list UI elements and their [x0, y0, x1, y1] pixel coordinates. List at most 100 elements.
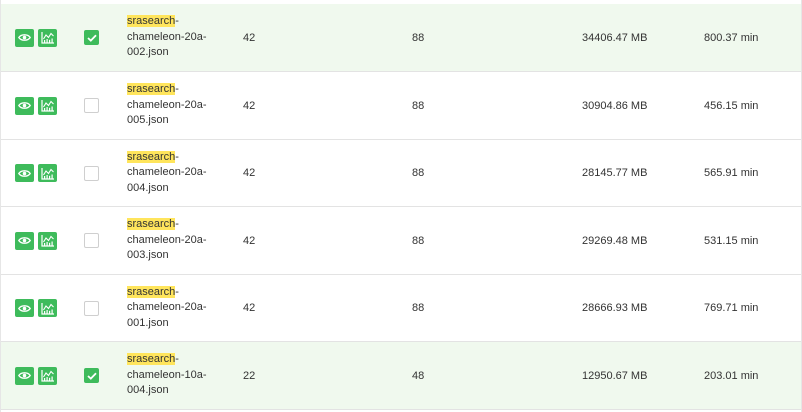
eye-icon	[18, 237, 31, 244]
size-cell: 12950.67 MB	[582, 342, 647, 409]
file-name-part: chameleon-20a-	[127, 30, 207, 43]
time-cell: 565.91 min	[704, 140, 758, 206]
file-name[interactable]: srasearch- chameleon-20a- 003.json	[127, 217, 217, 264]
eye-icon	[18, 102, 31, 109]
eye-icon	[18, 169, 31, 177]
row-checkbox[interactable]	[84, 300, 99, 316]
eye-icon	[18, 304, 31, 312]
time-value: 531.15 min	[704, 234, 759, 247]
count-cell-2: 48	[412, 342, 424, 409]
file-name-part: -	[175, 15, 179, 28]
table-row[interactable]: srasearch- chameleon-20a- 001.json 42 88…	[1, 275, 801, 342]
row-select-cell	[84, 342, 99, 409]
row-checkbox[interactable]	[84, 233, 99, 248]
size-value: 28666.93 MB	[582, 302, 648, 314]
count-cell-1: 42	[243, 72, 255, 139]
table-row[interactable]: srasearch- chameleon-20a- 004.json 42 88…	[1, 140, 801, 207]
search-highlight: srasearch	[127, 15, 176, 28]
search-highlight: srasearch	[127, 150, 176, 163]
chart-icon	[40, 370, 54, 382]
size-value: 28145.77 MB	[582, 167, 648, 179]
count-value-1: 22	[243, 369, 256, 382]
view-button[interactable]	[15, 299, 34, 317]
size-cell: 28666.93 MB	[582, 275, 647, 341]
file-name-part: chameleon-20a-	[127, 301, 207, 314]
count-value-2: 88	[412, 234, 425, 247]
table-row[interactable]: srasearch- chameleon-20a- 002.json 42 88…	[1, 4, 801, 72]
size-cell: 30904.86 MB	[582, 72, 647, 139]
chart-button[interactable]	[38, 299, 57, 317]
results-table: srasearch- chameleon-20a- 002.json 42 88…	[0, 0, 802, 412]
chart-button[interactable]	[38, 28, 57, 47]
row-actions	[15, 275, 57, 341]
time-cell: 769.71 min	[704, 275, 758, 341]
count-cell-2: 88	[412, 72, 424, 139]
size-value: 29269.48 MB	[582, 234, 648, 247]
time-cell: 800.37 min	[704, 4, 758, 71]
time-value: 769.71 min	[704, 302, 759, 314]
eye-icon	[18, 34, 31, 41]
file-name[interactable]: srasearch- chameleon-10a- 004.json	[127, 352, 217, 399]
checkmark-icon	[86, 372, 97, 380]
file-name-part: -	[175, 285, 179, 298]
file-name[interactable]: srasearch- chameleon-20a- 004.json	[127, 150, 217, 197]
row-checkbox[interactable]	[84, 30, 99, 45]
row-checkbox[interactable]	[84, 165, 99, 181]
size-value: 12950.67 MB	[582, 369, 648, 382]
chart-icon	[40, 235, 54, 247]
file-name-cell: srasearch- chameleon-20a- 005.json	[127, 72, 217, 139]
size-cell: 28145.77 MB	[582, 140, 647, 206]
size-cell: 34406.47 MB	[582, 4, 647, 71]
file-name-cell: srasearch- chameleon-20a- 001.json	[127, 275, 217, 341]
count-value-1: 42	[243, 31, 256, 44]
size-value: 34406.47 MB	[582, 31, 648, 44]
checkmark-icon	[86, 34, 97, 42]
view-button[interactable]	[15, 28, 34, 47]
row-checkbox[interactable]	[84, 98, 99, 113]
count-value-2: 88	[412, 31, 425, 44]
count-value-1: 42	[243, 234, 256, 247]
chart-icon	[40, 100, 54, 112]
count-value-2: 88	[412, 99, 425, 112]
count-cell-1: 42	[243, 207, 255, 274]
chart-button[interactable]	[38, 231, 57, 250]
chart-button[interactable]	[38, 96, 57, 115]
row-select-cell	[84, 140, 99, 206]
file-name[interactable]: srasearch- chameleon-20a- 002.json	[127, 14, 217, 61]
file-name-part: 004.json	[127, 384, 169, 397]
count-cell-2: 88	[412, 140, 424, 206]
file-name[interactable]: srasearch- chameleon-20a- 005.json	[127, 82, 217, 129]
file-name[interactable]: srasearch- chameleon-20a- 001.json	[127, 285, 217, 332]
file-name-part: chameleon-20a-	[127, 98, 207, 111]
row-actions	[15, 72, 57, 139]
table-row[interactable]: srasearch- chameleon-20a- 003.json 42 88…	[1, 207, 801, 275]
chart-icon	[40, 302, 54, 315]
view-button[interactable]	[15, 366, 34, 385]
count-value-1: 42	[243, 167, 256, 179]
row-select-cell	[84, 207, 99, 274]
chart-button[interactable]	[38, 164, 57, 182]
size-cell: 29269.48 MB	[582, 207, 647, 274]
file-name-part: 004.json	[127, 181, 169, 194]
count-value-2: 88	[412, 167, 425, 179]
view-button[interactable]	[15, 164, 34, 182]
table-row[interactable]: srasearch- chameleon-20a- 005.json 42 88…	[1, 72, 801, 140]
row-checkbox[interactable]	[84, 368, 99, 383]
time-value: 203.01 min	[704, 369, 759, 382]
search-highlight: srasearch	[127, 83, 176, 96]
view-button[interactable]	[15, 231, 34, 250]
time-cell: 203.01 min	[704, 342, 758, 409]
size-value: 30904.86 MB	[582, 99, 648, 112]
file-name-part: chameleon-10a-	[127, 368, 207, 381]
row-select-cell	[84, 4, 99, 71]
file-name-part: -	[175, 353, 179, 366]
view-button[interactable]	[15, 96, 34, 115]
count-cell-2: 88	[412, 275, 424, 341]
table-row[interactable]: srasearch- chameleon-10a- 004.json 22 48…	[1, 342, 801, 410]
chart-button[interactable]	[38, 366, 57, 385]
eye-icon	[18, 372, 31, 379]
time-value: 800.37 min	[704, 31, 759, 44]
count-value-1: 42	[243, 302, 256, 314]
file-name-part: 003.json	[127, 249, 169, 262]
count-value-2: 88	[412, 302, 425, 314]
